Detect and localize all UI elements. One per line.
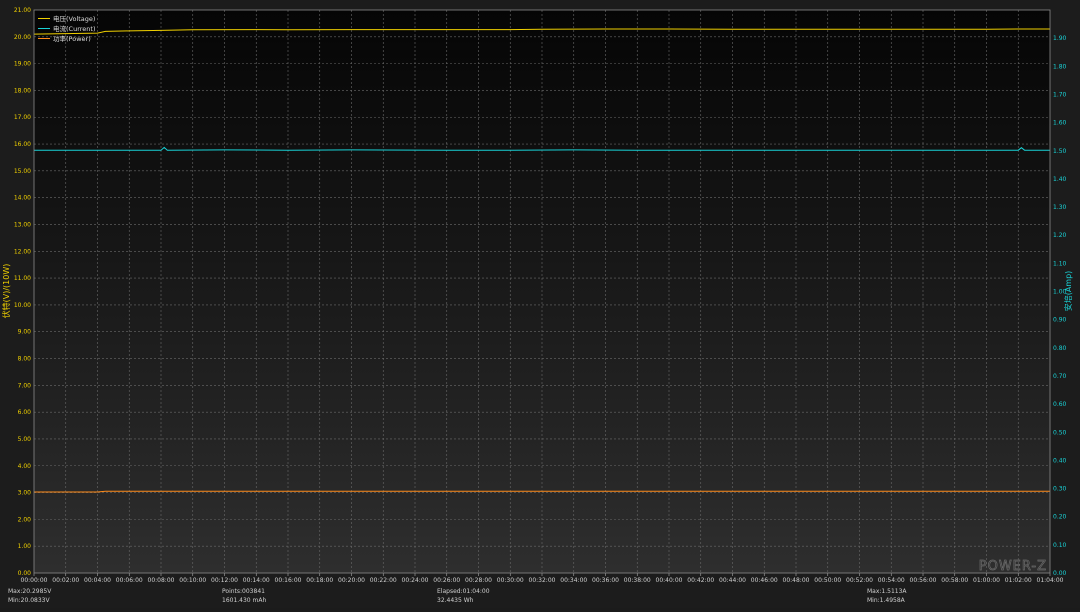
left-tick-label: 4.00 — [18, 463, 32, 470]
voltage-max: Max:20.2985V — [8, 588, 52, 595]
x-tick-label: 00:54:00 — [878, 577, 905, 584]
left-tick-label: 9.00 — [18, 329, 32, 336]
left-tick-label: 7.00 — [18, 382, 32, 389]
points-count: Points:003841 — [222, 588, 265, 595]
left-tick-label: 21.00 — [14, 7, 31, 14]
x-tick-label: 00:18:00 — [306, 577, 333, 584]
current-min: Min:1.4958A — [867, 597, 905, 604]
left-tick-label: 18.00 — [14, 87, 31, 94]
x-tick-label: 00:44:00 — [719, 577, 746, 584]
right-tick-label: 0.00 — [1053, 570, 1067, 577]
right-tick-label: 0.30 — [1053, 486, 1067, 493]
right-tick-label: 0.20 — [1053, 514, 1067, 521]
right-tick-label: 0.40 — [1053, 457, 1067, 464]
right-tick-label: 1.90 — [1053, 35, 1067, 42]
capacity-value: 1601.430 mAh — [222, 597, 267, 604]
right-tick-label: 1.30 — [1053, 204, 1067, 211]
left-tick-label: 15.00 — [14, 168, 31, 175]
x-tick-label: 00:16:00 — [275, 577, 302, 584]
right-tick-label: 0.60 — [1053, 401, 1067, 408]
x-tick-label: 00:00:00 — [21, 577, 48, 584]
x-tick-label: 00:56:00 — [910, 577, 937, 584]
left-tick-label: 12.00 — [14, 248, 31, 255]
left-tick-label: 17.00 — [14, 114, 31, 121]
elapsed-time: Elapsed:01:04:00 — [437, 588, 490, 595]
x-tick-label: 00:32:00 — [529, 577, 556, 584]
legend-power-label: 功率(Power) — [53, 34, 91, 43]
right-tick-label: 1.50 — [1053, 148, 1067, 155]
legend-voltage-label: 电压(Voltage) — [53, 14, 95, 23]
right-tick-label: 0.10 — [1053, 542, 1067, 549]
right-tick-label: 1.80 — [1053, 63, 1067, 70]
voltage-min: Min:20.0833V — [8, 597, 50, 604]
left-tick-label: 1.00 — [18, 543, 32, 550]
x-tick-label: 00:42:00 — [687, 577, 714, 584]
energy-value: 32.4435 Wh — [437, 597, 474, 604]
right-tick-label: 0.80 — [1053, 345, 1067, 352]
x-tick-label: 00:36:00 — [592, 577, 619, 584]
right-tick-label: 1.10 — [1053, 260, 1067, 267]
x-tick-label: 00:40:00 — [656, 577, 683, 584]
right-tick-label: 1.20 — [1053, 232, 1067, 239]
right-tick-label: 1.40 — [1053, 176, 1067, 183]
x-tick-label: 00:22:00 — [370, 577, 397, 584]
left-axis-title: 伏特(V)/(10W) — [1, 264, 11, 319]
x-tick-label: 00:52:00 — [846, 577, 873, 584]
left-tick-label: 3.00 — [18, 490, 32, 497]
x-tick-label: 00:12:00 — [211, 577, 238, 584]
power-z-watermark: POWER-Z — [979, 559, 1047, 574]
x-tick-label: 01:04:00 — [1037, 577, 1064, 584]
x-tick-label: 00:24:00 — [402, 577, 429, 584]
x-tick-label: 00:30:00 — [497, 577, 524, 584]
left-tick-label: 13.00 — [14, 221, 31, 228]
left-tick-label: 20.00 — [14, 34, 31, 41]
x-tick-label: 00:04:00 — [84, 577, 111, 584]
left-tick-label: 11.00 — [14, 275, 31, 282]
x-tick-label: 00:26:00 — [433, 577, 460, 584]
left-tick-label: 19.00 — [14, 61, 31, 68]
left-tick-label: 2.00 — [18, 516, 32, 523]
right-tick-label: 0.50 — [1053, 429, 1067, 436]
right-tick-label: 0.90 — [1053, 317, 1067, 324]
left-tick-label: 8.00 — [18, 356, 32, 363]
x-tick-label: 00:38:00 — [624, 577, 651, 584]
right-axis-title: 安培(Amp) — [1063, 271, 1073, 312]
x-tick-label: 00:48:00 — [783, 577, 810, 584]
current-max: Max:1.5113A — [867, 588, 907, 595]
x-tick-label: 00:14:00 — [243, 577, 270, 584]
left-tick-label: 14.00 — [14, 195, 31, 202]
chart-frame: 00:00:00 00:02:00 00:04:00 00:06:00 00:08:00… — [0, 0, 1080, 608]
x-tick-label: 00:58:00 — [941, 577, 968, 584]
legend: 电压(Voltage) 电流(Current) 功率(Power) — [38, 14, 96, 43]
power-chart: 00:00:00 00:02:00 00:04:00 00:06:00 00:08:00… — [0, 0, 1080, 608]
x-tick-label: 00:08:00 — [148, 577, 175, 584]
x-tick-label: 00:20:00 — [338, 577, 365, 584]
legend-current-label: 电流(Current) — [53, 24, 96, 33]
x-tick-label: 00:28:00 — [465, 577, 492, 584]
x-tick-label: 01:00:00 — [973, 577, 1000, 584]
x-tick-label: 00:46:00 — [751, 577, 778, 584]
x-tick-label: 00:34:00 — [560, 577, 587, 584]
x-tick-label: 00:06:00 — [116, 577, 143, 584]
x-tick-label: 00:50:00 — [814, 577, 841, 584]
x-tick-label: 01:02:00 — [1005, 577, 1032, 584]
x-tick-label: 00:10:00 — [179, 577, 206, 584]
left-tick-label: 10.00 — [14, 302, 31, 309]
left-tick-label: 16.00 — [14, 141, 31, 148]
x-tick-label: 00:02:00 — [52, 577, 79, 584]
right-tick-label: 0.70 — [1053, 373, 1067, 380]
left-tick-label: 6.00 — [18, 409, 32, 416]
left-tick-label: 0.00 — [18, 570, 32, 577]
right-tick-label: 1.70 — [1053, 91, 1067, 98]
left-tick-label: 5.00 — [18, 436, 32, 443]
right-tick-label: 1.60 — [1053, 120, 1067, 127]
